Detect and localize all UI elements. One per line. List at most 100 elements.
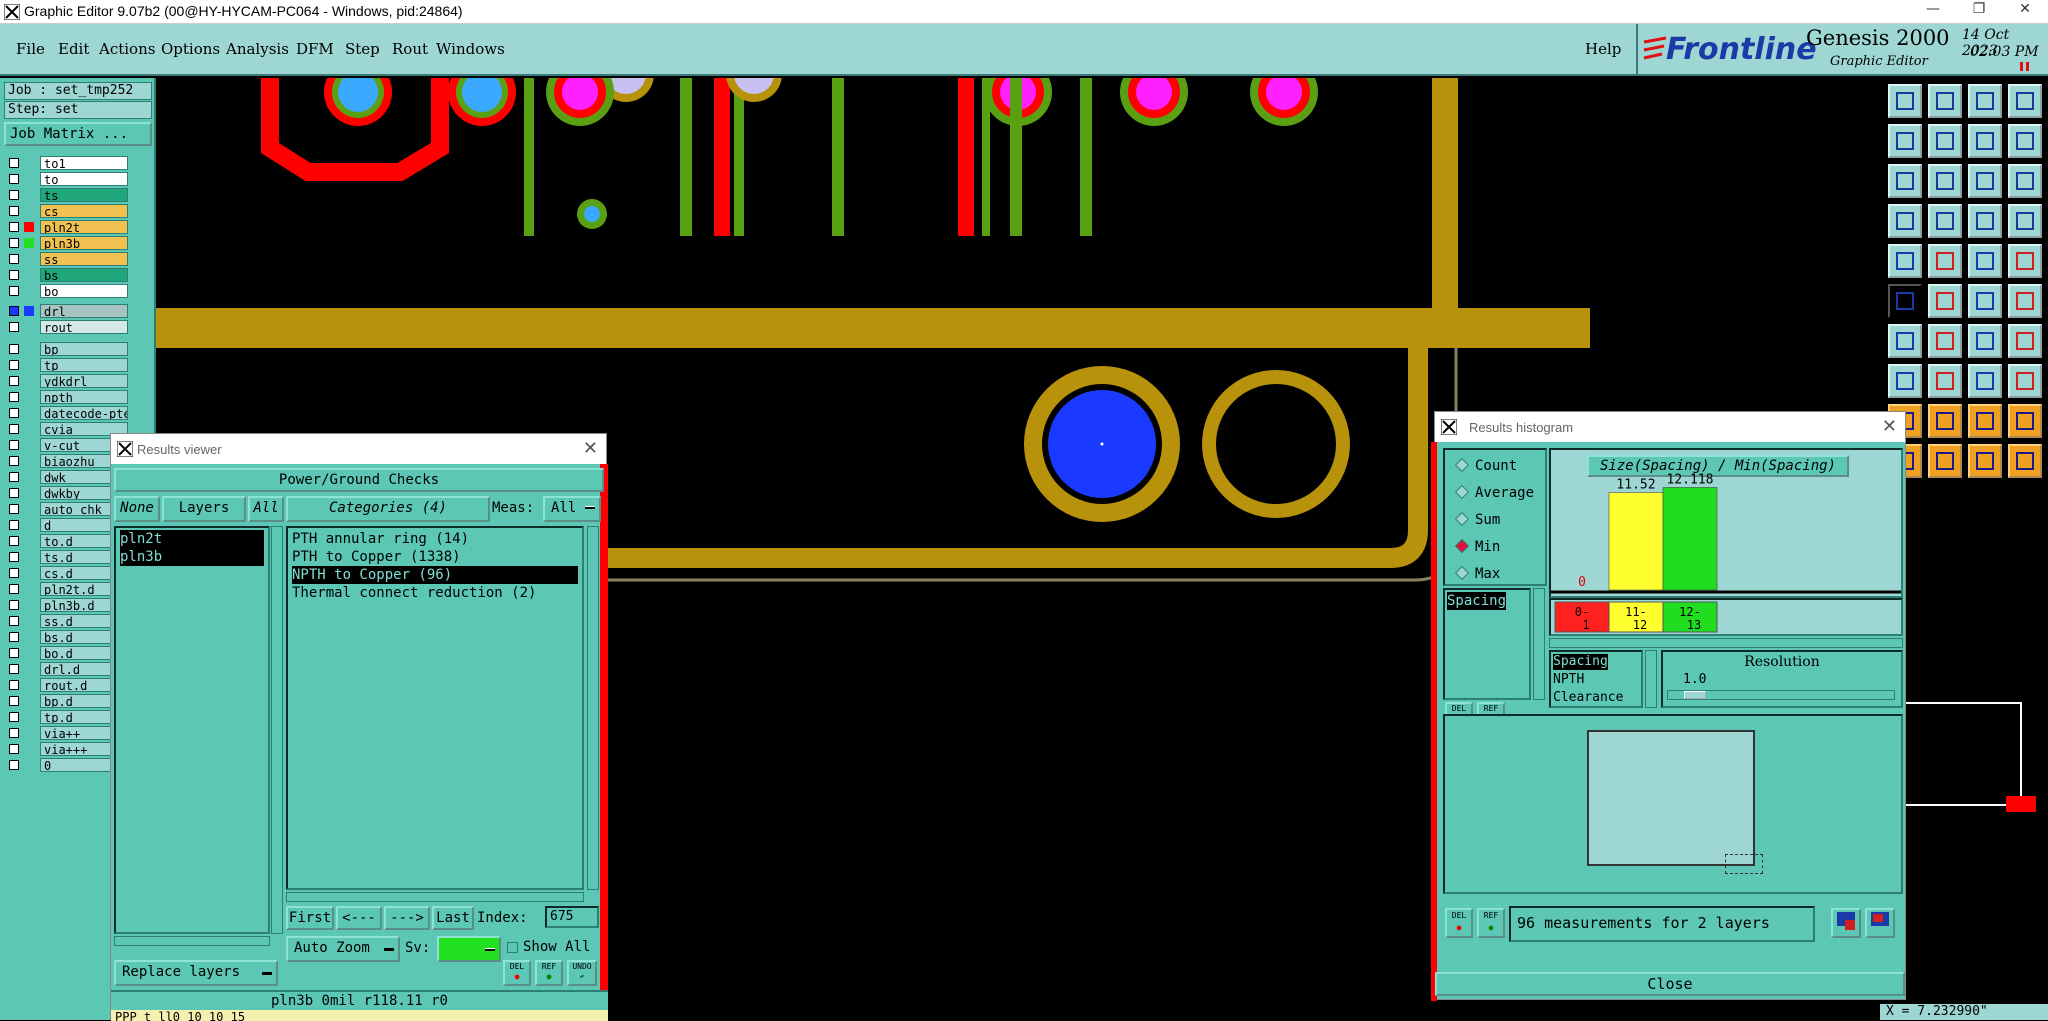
layer-checkbox[interactable] [9,344,19,354]
snap-icon[interactable] [2008,124,2042,158]
del-button[interactable]: DEL● [1445,908,1473,938]
layer-checkbox[interactable] [9,616,19,626]
layer-affected-indicator[interactable] [24,270,34,280]
layer-affected-indicator[interactable] [24,616,34,626]
menu-help[interactable]: Help [1585,40,1621,58]
pointer4-icon[interactable] [2008,444,2042,478]
square-icon[interactable] [2008,364,2042,398]
triangle3-icon[interactable] [1968,404,2002,438]
layer-row[interactable]: datecode-pte [6,406,128,420]
layer-checkbox[interactable] [9,600,19,610]
layer-affected-indicator[interactable] [24,648,34,658]
layer-row[interactable]: ts.d [6,550,128,564]
layer-name[interactable]: rout [40,320,128,334]
slider-thumb[interactable] [1684,691,1706,699]
layer-affected-indicator[interactable] [24,376,34,386]
copy-icon[interactable] [2008,324,2042,358]
layer-checkbox[interactable] [9,174,19,184]
window-icon[interactable] [2008,84,2042,118]
layer-name[interactable]: ss [40,252,128,266]
layer-checkbox[interactable] [9,760,19,770]
line-icon[interactable] [1928,324,1962,358]
layer-affected-indicator[interactable] [24,254,34,264]
layer-name[interactable]: ts [40,188,128,202]
measures-scrollbar[interactable] [1645,650,1657,708]
zoom-fit-icon[interactable] [1888,164,1922,198]
undo-button[interactable]: UNDO ↶ [567,960,597,986]
auto-zoom-dropdown[interactable]: Auto Zoom [286,936,400,962]
list-item[interactable]: Spacing [1553,654,1608,670]
route-icon[interactable] [1968,284,2002,318]
layer-checkbox[interactable] [9,632,19,642]
layer-checkbox[interactable] [9,648,19,658]
cross-icon[interactable] [1928,284,1962,318]
layer-affected-indicator[interactable] [24,424,34,434]
layer-affected-indicator[interactable] [24,360,34,370]
layer-row[interactable]: drl [6,304,128,318]
layer-row[interactable]: via+++ [6,742,128,756]
menu-edit[interactable]: Edit [58,40,89,58]
layer-checkbox[interactable] [9,306,19,316]
layer-affected-indicator[interactable] [24,392,34,402]
layer-name[interactable]: datecode-pte [40,406,128,420]
layer-list-hscrollbar[interactable] [114,936,270,946]
layer-checkbox[interactable] [9,488,19,498]
layer-results-list[interactable]: pln2t pln3b [114,526,270,934]
layer-row[interactable]: biaozhu [6,454,128,468]
radio-average[interactable]: Average [1454,484,1534,501]
layer-checkbox[interactable] [9,222,19,232]
layer-name[interactable]: cs [40,204,128,218]
layer-checkbox[interactable] [9,360,19,370]
layer-row[interactable]: cvia [6,422,128,436]
layer-row[interactable]: bp [6,342,128,356]
pointer2-icon[interactable] [1928,444,1962,478]
layer-name[interactable]: pln2t [40,220,128,234]
layer-row[interactable]: bs.d [6,630,128,644]
layer-checkbox[interactable] [9,664,19,674]
replace-layers-dropdown[interactable]: Replace layers [114,960,278,986]
restore-icon[interactable]: ❐ [1956,1,2002,23]
layer-affected-indicator[interactable] [24,664,34,674]
layer-affected-indicator[interactable] [24,174,34,184]
layer-affected-indicator[interactable] [24,568,34,578]
layer-checkbox[interactable] [9,712,19,722]
layer-row[interactable]: d [6,518,128,532]
histogram-list-scrollbar[interactable] [1533,588,1545,700]
layer-name[interactable]: pln3b [40,236,128,250]
layer-affected-indicator[interactable] [24,190,34,200]
menu-dfm[interactable]: DFM [296,40,334,58]
layer-checkbox[interactable] [9,456,19,466]
arc-icon[interactable] [1968,324,2002,358]
layer-name[interactable]: to [40,172,128,186]
grid-icon[interactable] [1928,204,1962,238]
menu-file[interactable]: File [16,40,45,58]
layer-checkbox[interactable] [9,552,19,562]
layer-row[interactable]: ss [6,252,128,266]
list-item[interactable]: pln2t [120,530,264,548]
preview-area[interactable] [1443,714,1903,894]
layer-row[interactable]: 0 [6,758,128,772]
ref-button[interactable]: REF● [535,960,563,986]
layer-checkbox[interactable] [9,190,19,200]
layer-checkbox[interactable] [9,270,19,280]
layer-name[interactable]: to1 [40,156,128,170]
layer-checkbox[interactable] [9,238,19,248]
layer-row[interactable]: cs.d [6,566,128,580]
layer-row[interactable]: drl.d [6,662,128,676]
layer-checkbox[interactable] [9,254,19,264]
layer-row[interactable]: pln3b [6,236,128,250]
layer-row[interactable]: cs [6,204,128,218]
close-icon[interactable]: ✕ [2002,1,2048,23]
del-button[interactable]: DEL● [503,960,531,986]
zoom-out-icon[interactable] [1865,908,1895,938]
layer-affected-indicator[interactable] [24,158,34,168]
layer-row[interactable]: ss.d [6,614,128,628]
layer-name[interactable]: bo [40,284,128,298]
radio-count[interactable]: Count [1454,457,1517,474]
radio-sum[interactable]: Sum [1454,511,1500,528]
layer-checkbox[interactable] [9,376,19,386]
pointer3-icon[interactable] [1968,444,2002,478]
route2-icon[interactable] [2008,284,2042,318]
list-item[interactable]: NPTH [1553,672,1584,688]
layer-down-icon[interactable] [1928,84,1962,118]
